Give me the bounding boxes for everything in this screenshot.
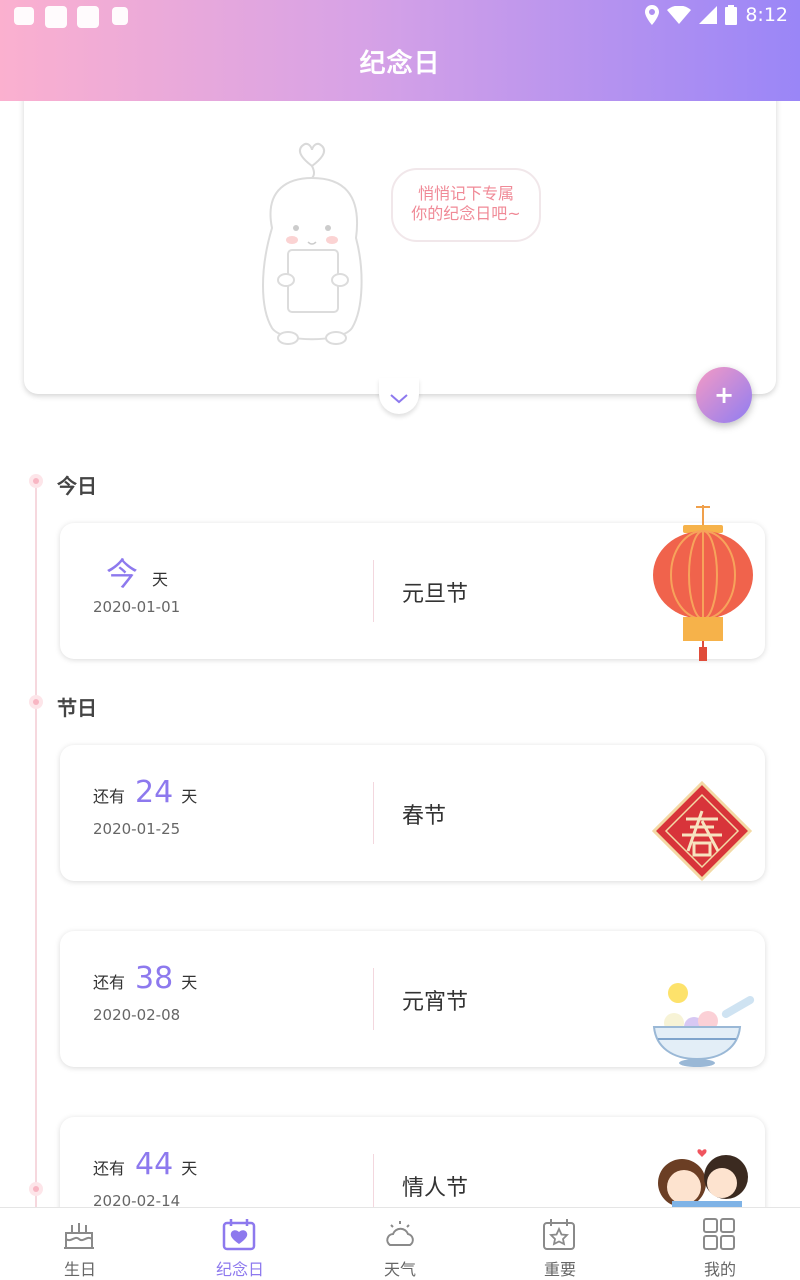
- status-time: 8:12: [745, 4, 788, 26]
- today-label: 今: [106, 555, 139, 593]
- countdown-days: 38: [135, 961, 174, 996]
- anniversary-card[interactable]: 今 天 2020-01-01 元旦节: [60, 505, 765, 661]
- signal-icon: [699, 6, 718, 24]
- tab-mine[interactable]: 我的: [640, 1208, 800, 1280]
- couple-illustration: [658, 1149, 748, 1209]
- tab-anniversary[interactable]: 纪念日: [160, 1208, 320, 1280]
- battery-icon: [725, 5, 738, 25]
- calendar-heart-icon: [222, 1219, 256, 1251]
- timeline-dot: [29, 695, 43, 709]
- status-bar: 8:12: [0, 0, 800, 33]
- app-notification-icon: [77, 6, 99, 28]
- timeline-dot: [29, 474, 43, 488]
- spring-festival-couplet-illustration: [652, 781, 752, 881]
- day-unit: 天: [181, 1159, 198, 1178]
- tab-important[interactable]: 重要: [480, 1208, 640, 1280]
- card-divider: [373, 968, 374, 1030]
- app-notification-icon: [45, 6, 67, 28]
- day-unit: 天: [181, 787, 198, 806]
- section-title-holidays: 节日: [57, 696, 97, 720]
- countdown-prefix: 还有: [93, 787, 126, 806]
- countdown-days: 24: [135, 775, 174, 810]
- card-date: 2020-01-25: [93, 820, 181, 838]
- tab-label: 重要: [543, 1260, 576, 1279]
- holiday-name: 元宵节: [402, 990, 469, 1015]
- image-notification-icon: [14, 7, 34, 25]
- holiday-name: 春节: [402, 804, 447, 829]
- bubble-text-line2: 你的纪念日吧~: [411, 204, 521, 223]
- lantern-illustration: [653, 505, 753, 661]
- timeline-line: [35, 488, 37, 1208]
- bubble-text-line1: 悄悄记下专属: [417, 184, 514, 203]
- font-notification-icon: [112, 7, 128, 25]
- day-unit: 天: [152, 570, 169, 589]
- cake-icon: [64, 1223, 94, 1249]
- section-title-today: 今日: [57, 474, 97, 498]
- wifi-icon: [667, 6, 692, 24]
- card-divider: [373, 782, 374, 844]
- tangyuan-bowl-illustration: [652, 983, 755, 1067]
- card-date: 2020-02-08: [93, 1006, 181, 1024]
- add-anniversary-button[interactable]: +: [696, 367, 752, 423]
- card-date: 2020-01-01: [93, 598, 181, 616]
- day-unit: 天: [181, 973, 198, 992]
- holiday-name: 元旦节: [402, 582, 469, 607]
- tab-weather[interactable]: 天气: [320, 1208, 480, 1280]
- location-icon: [645, 5, 660, 25]
- grid-icon: [703, 1218, 735, 1250]
- tab-birthday[interactable]: 生日: [0, 1208, 160, 1280]
- countdown-prefix: 还有: [93, 1159, 126, 1178]
- bottom-tab-bar: 生日 纪念日 天气 重要 我的: [0, 1207, 800, 1280]
- app-header: 8:12 纪念日: [0, 0, 800, 101]
- tab-label: 我的: [703, 1260, 736, 1279]
- countdown-days: 44: [135, 1147, 174, 1182]
- mascot-illustration: [262, 142, 363, 345]
- tab-label: 天气: [383, 1260, 416, 1279]
- tab-label: 生日: [63, 1260, 96, 1279]
- holiday-card[interactable]: 还有 24 天 2020-01-25 春节: [60, 745, 765, 881]
- page-title: 纪念日: [359, 49, 441, 79]
- timeline-dot: [29, 1182, 43, 1196]
- holiday-card[interactable]: 还有 38 天 2020-02-08 元宵节: [60, 931, 765, 1067]
- chevron-down-icon: [390, 394, 408, 404]
- hero-card: 悄悄记下专属 你的纪念日吧~: [24, 80, 776, 394]
- holiday-name: 情人节: [402, 1176, 469, 1201]
- card-divider: [373, 560, 374, 622]
- weather-icon: [386, 1221, 414, 1246]
- speech-bubble: 悄悄记下专属 你的纪念日吧~: [391, 168, 541, 242]
- tab-label: 纪念日: [215, 1260, 264, 1279]
- expand-toggle[interactable]: [379, 378, 419, 414]
- calendar-star-icon: [543, 1219, 575, 1250]
- countdown-prefix: 还有: [93, 973, 126, 992]
